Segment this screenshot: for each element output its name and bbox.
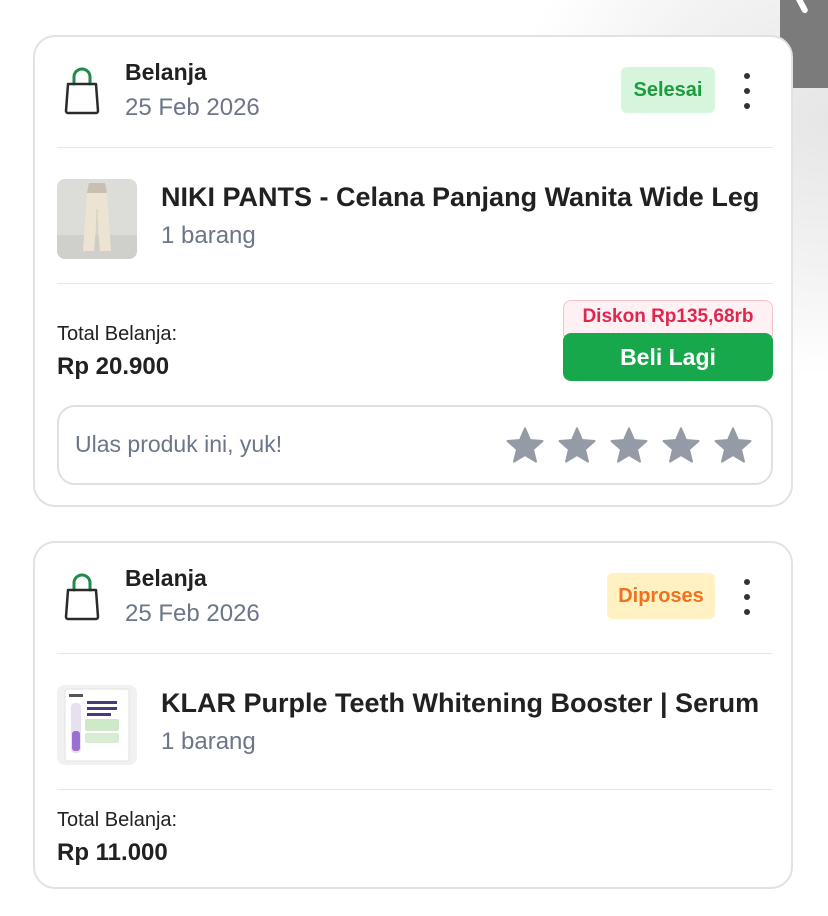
shopping-bag-icon bbox=[64, 67, 100, 115]
order-category: Belanja bbox=[125, 59, 207, 85]
more-options-icon[interactable] bbox=[735, 71, 759, 111]
star-icon[interactable] bbox=[609, 425, 649, 465]
product-thumbnail[interactable] bbox=[57, 685, 137, 765]
total-price: Rp 11.000 bbox=[57, 839, 168, 866]
order-date: 25 Feb 2026 bbox=[125, 94, 260, 121]
order-card[interactable]: Belanja 25 Feb 2026 Diproses KLAR Purple… bbox=[33, 541, 793, 889]
order-card[interactable]: Belanja 25 Feb 2026 Selesai NIKI PANTS -… bbox=[33, 35, 793, 507]
divider bbox=[57, 147, 773, 148]
star-icon[interactable] bbox=[505, 425, 545, 465]
divider bbox=[57, 789, 773, 790]
buy-again-button[interactable]: Beli Lagi bbox=[563, 333, 773, 381]
more-options-icon[interactable] bbox=[735, 577, 759, 617]
pants-product-image bbox=[57, 179, 137, 259]
divider bbox=[57, 653, 773, 654]
star-icon[interactable] bbox=[661, 425, 701, 465]
status-badge: Selesai bbox=[621, 67, 715, 113]
product-thumbnail[interactable] bbox=[57, 179, 137, 259]
star-icon[interactable] bbox=[713, 425, 753, 465]
product-name[interactable]: KLAR Purple Teeth Whitening Booster | Se… bbox=[161, 688, 776, 719]
status-badge: Diproses bbox=[607, 573, 715, 619]
review-prompt-box[interactable]: Ulas produk ini, yuk! bbox=[57, 405, 773, 485]
product-quantity: 1 barang bbox=[161, 728, 256, 755]
discount-label: Diskon Rp135,68rb bbox=[563, 300, 773, 336]
overlay-handle-stroke bbox=[793, 0, 809, 15]
total-label: Total Belanja: bbox=[57, 809, 178, 831]
star-icon[interactable] bbox=[557, 425, 597, 465]
order-category: Belanja bbox=[125, 565, 207, 591]
whitening-product-image bbox=[57, 685, 137, 765]
divider bbox=[57, 283, 773, 284]
review-prompt-text: Ulas produk ini, yuk! bbox=[75, 431, 283, 457]
total-price: Rp 20.900 bbox=[57, 353, 170, 380]
product-name[interactable]: NIKI PANTS - Celana Panjang Wanita Wide … bbox=[161, 182, 776, 213]
total-label: Total Belanja: bbox=[57, 323, 178, 345]
product-quantity: 1 barang bbox=[161, 222, 256, 249]
order-date: 25 Feb 2026 bbox=[125, 600, 260, 627]
shopping-bag-icon bbox=[64, 573, 100, 621]
